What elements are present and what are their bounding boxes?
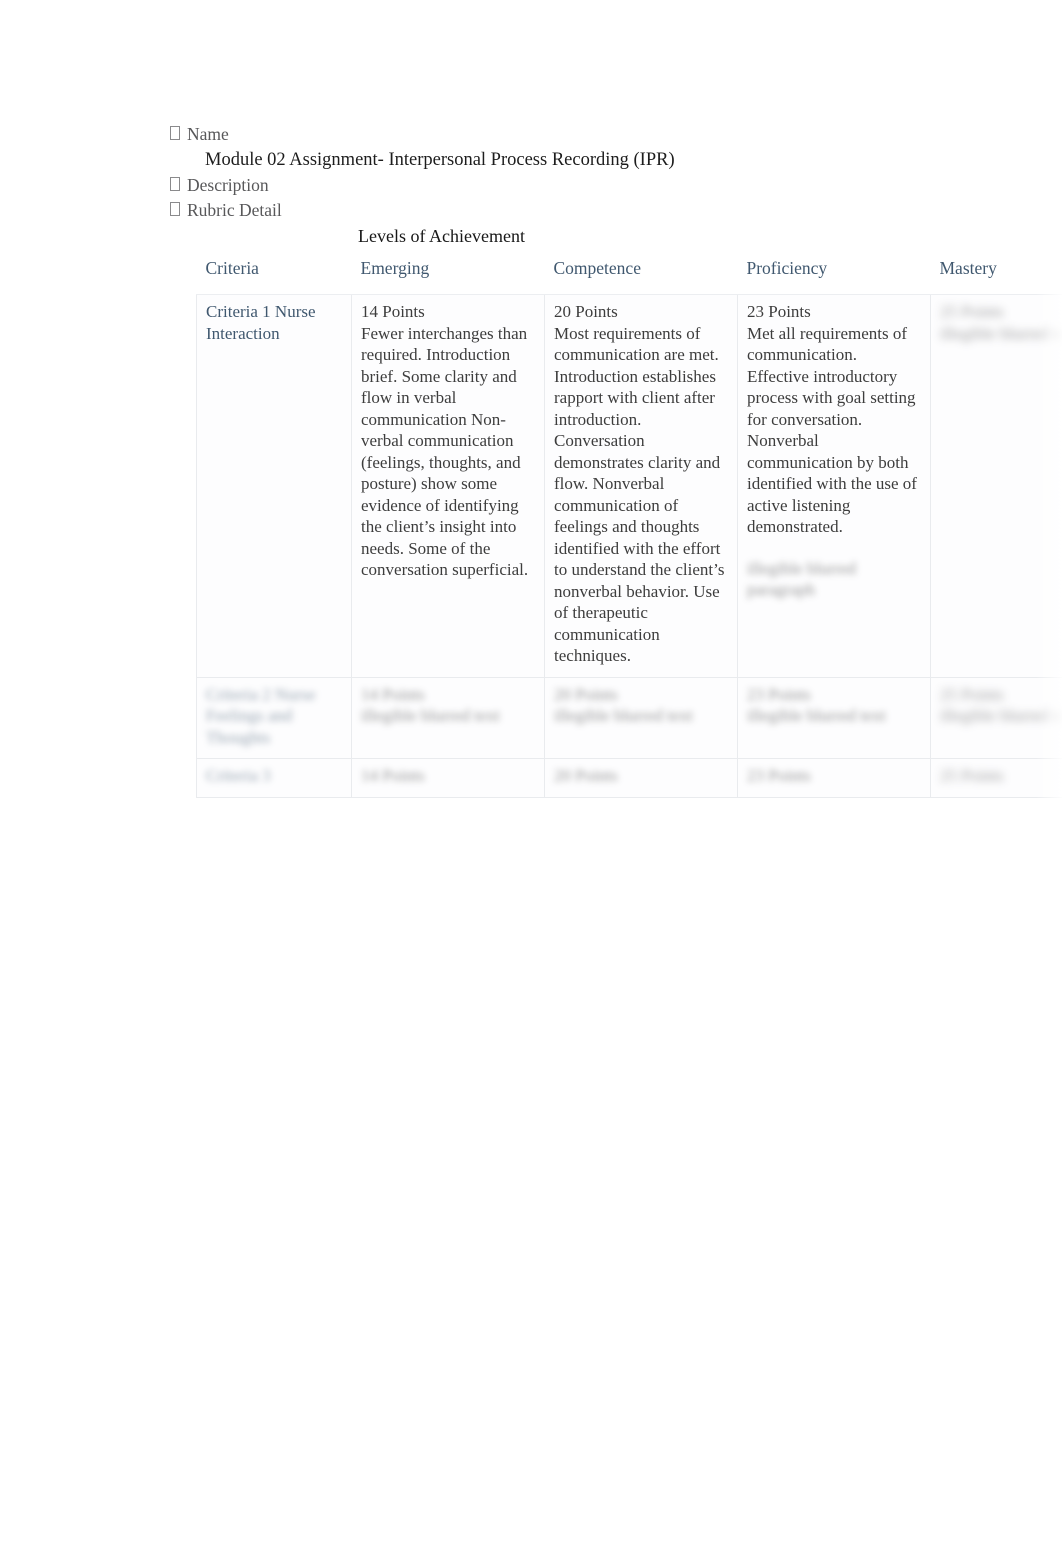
level-cell-content: 25 Points [940, 765, 1062, 787]
assignment-meta-list: Name Module 02 Assignment- Interpersonal… [170, 122, 950, 223]
level-cell: 23 Points illegible blurred text [737, 676, 931, 759]
meta-label-rubric-detail: Rubric Detail [187, 200, 282, 220]
meta-label-name: Name [187, 124, 229, 144]
bottom-fade [0, 1150, 1062, 1310]
level-cell-content: 14 Points [361, 765, 535, 787]
column-header-mastery: Mastery [930, 250, 1062, 295]
level-cell-content: 14 Points illegible blurred text [361, 684, 535, 727]
levels-of-achievement-heading: Levels of Achievement [358, 226, 525, 246]
rubric-table-head: Criteria Emerging Competence Proficiency… [196, 250, 1062, 295]
column-header-competence: Competence [544, 250, 738, 295]
level-cell: 23 Points Met all requirements of communi… [737, 294, 931, 678]
rubric-table: Criteria Emerging Competence Proficiency… [196, 250, 1062, 798]
level-cell-content: 23 Points [747, 765, 921, 787]
level-description: Fewer interchanges than required. Introd… [361, 323, 529, 580]
criteria-label: Criteria 3 [206, 766, 271, 785]
points-value: 23 Points [747, 684, 811, 704]
level-description: illegible blurred text [747, 706, 886, 725]
points-value: 20 Points [554, 684, 618, 704]
level-cell: 20 Points illegible blurred text [544, 676, 738, 759]
table-row: Criteria 1 Nurse Interaction 14 Points Few… [196, 294, 1062, 678]
criteria-cell: Criteria 3 [196, 758, 352, 798]
obscured-text-block: illegible blurred paragraph [747, 558, 857, 600]
meta-row-description: Description [170, 173, 950, 198]
level-description: Met all requirements of communication. E… [747, 323, 917, 537]
points-value: 25 Points [940, 302, 1004, 321]
bullet-box-icon [170, 198, 187, 223]
assignment-title: Module 02 Assignment- Interpersonal Proc… [205, 150, 675, 170]
criteria-label: Criteria 2 Nurse Feelings and Thoughts [206, 684, 316, 747]
level-description: illegible blurred text [361, 706, 500, 725]
points-value: 25 Points [940, 766, 1004, 785]
level-cell-content: 14 Points Fewer interchanges than require… [361, 301, 535, 581]
level-cell-content: 25 Points illegible blurred text [940, 684, 1062, 727]
table-row: Criteria 3 14 Points 20 Points 23 Points 25 … [196, 758, 1062, 798]
points-value: 14 Points [361, 766, 425, 785]
meta-label-description: Description [187, 175, 269, 195]
level-cell: 14 Points [351, 758, 545, 798]
level-cell: 14 Points illegible blurred text [351, 676, 545, 759]
level-cell: 23 Points [737, 758, 931, 798]
column-header-criteria: Criteria [196, 250, 352, 295]
level-cell: 25 Points illegible blurred text [930, 294, 1062, 678]
rubric-header-row: Criteria Emerging Competence Proficiency… [196, 250, 1062, 295]
level-cell-content: 20 Points illegible blurred text [554, 684, 728, 727]
level-cell: 14 Points Fewer interchanges than require… [351, 294, 545, 678]
rubric-section: Levels of Achievement Criteria Emerging … [196, 224, 1062, 798]
level-description: illegible blurred text [940, 323, 1062, 343]
column-header-emerging: Emerging [351, 250, 545, 295]
level-cell-content: 23 Points illegible blurred text [747, 684, 921, 727]
bullet-box-icon [170, 122, 187, 147]
rubric-table-body: Criteria 1 Nurse Interaction 14 Points Few… [196, 294, 1062, 798]
document-page: Name Module 02 Assignment- Interpersonal… [0, 0, 1062, 1561]
level-description: illegible blurred text [554, 706, 693, 725]
points-value: 20 Points [554, 766, 618, 785]
level-cell-content: 23 Points Met all requirements of communi… [747, 301, 921, 538]
level-cell: 20 Points Most requirements of communicat… [544, 294, 738, 678]
points-value: 25 Points [940, 684, 1004, 704]
level-cell-content: 20 Points Most requirements of communicat… [554, 301, 728, 667]
points-value: 20 Points [554, 302, 618, 321]
criteria-cell: Criteria 2 Nurse Feelings and Thoughts [196, 676, 352, 759]
points-value: 23 Points [747, 766, 811, 785]
level-cell: 25 Points [930, 758, 1062, 798]
criteria-cell: Criteria 1 Nurse Interaction [196, 294, 352, 678]
column-header-proficiency: Proficiency [737, 250, 931, 295]
points-value: 14 Points [361, 302, 425, 321]
level-description: Most requirements of communication are m… [554, 323, 725, 666]
level-cell: 25 Points illegible blurred text [930, 676, 1062, 759]
points-value: 23 Points [747, 302, 811, 321]
meta-row-name: Name [170, 122, 950, 147]
level-cell-content: 25 Points illegible blurred text [940, 301, 1062, 344]
level-cell: 20 Points [544, 758, 738, 798]
meta-row-rubric-detail: Rubric Detail [170, 198, 950, 223]
bullet-box-icon [170, 173, 187, 198]
points-value: 14 Points [361, 684, 425, 704]
criteria-label: Criteria 1 Nurse Interaction [206, 302, 316, 343]
level-description: illegible blurred text [940, 706, 1062, 725]
level-cell-content: 20 Points [554, 765, 728, 787]
table-row: Criteria 2 Nurse Feelings and Thoughts 14… [196, 676, 1062, 759]
